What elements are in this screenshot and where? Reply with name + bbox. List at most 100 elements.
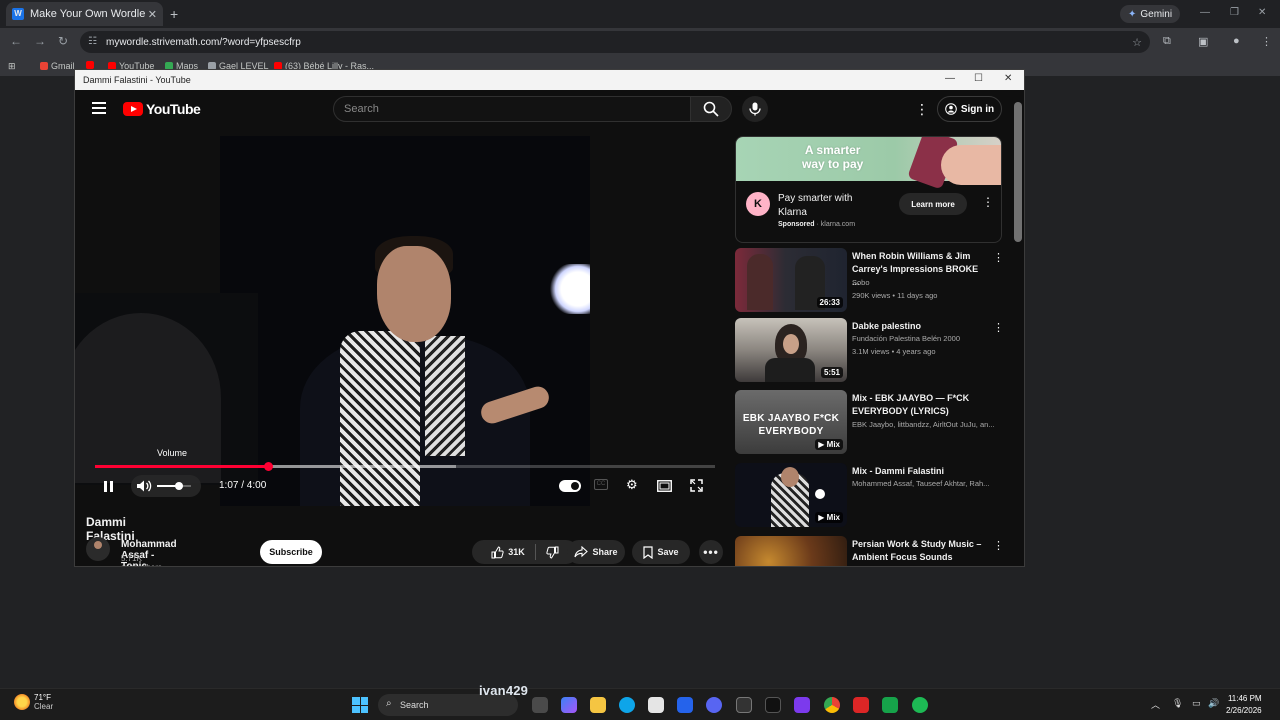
video-thumbnail[interactable]: 5:51 [735,318,847,382]
spotify-icon[interactable] [912,697,928,713]
browser-tab[interactable]: W Make Your Own Wordle ✕ [6,2,163,26]
subscribe-button[interactable]: Subscribe [260,540,322,564]
like-button[interactable]: 31K [491,545,525,559]
video-player[interactable]: Volume 1:07 / 4:00 CC ⚙ [75,136,735,506]
volume-knob[interactable] [175,482,184,490]
recommendation-kebab-icon[interactable]: ⋮ [993,539,1004,552]
volume-control[interactable] [131,475,201,497]
back-icon[interactable]: ← [10,34,22,48]
ad-title[interactable]: Pay smarter with Klarna [778,192,878,220]
tiktok-icon[interactable] [765,697,781,713]
gemini-button[interactable]: ✦ Gemini [1120,5,1181,23]
media-player-icon[interactable] [882,697,898,713]
ad-banner-image[interactable]: A smarter way to pay [736,137,1001,190]
ad-kebab-icon[interactable]: ⋮ [982,195,994,209]
task-view-icon[interactable] [532,697,548,713]
display-icon[interactable]: ▭ [1192,698,1201,709]
volume-slider[interactable] [157,482,191,490]
progress-bar[interactable] [95,462,715,471]
sponsored-ad-card[interactable]: A smarter way to pay K Pay smarter with … [735,136,1002,243]
profile-avatar[interactable]: ● [1233,35,1240,47]
recommendation-kebab-icon[interactable]: ⋮ [993,251,1004,264]
pause-icon[interactable] [101,479,115,493]
file-explorer-icon[interactable] [590,697,606,713]
extensions-icon[interactable]: ⧉ [1163,35,1171,48]
recommendation-item[interactable]: 26:33 When Robin Williams & Jim Carrey's… [735,248,1005,314]
autoplay-toggle[interactable] [559,480,581,492]
recommendation-item[interactable]: EBK JAAYBO F*CK EVERYBODY ▶ Mix Mix - EB… [735,390,1005,456]
settings-kebab-icon[interactable]: ⋮ [915,101,929,118]
voice-search-button[interactable] [742,96,768,122]
video-thumbnail[interactable]: EBK JAAYBO F*CK EVERYBODY ▶ Mix [735,390,847,454]
recommendation-channel[interactable]: Sobo [852,278,1004,287]
chrome-menu-icon[interactable]: ⋮ [1261,35,1272,48]
reload-icon[interactable]: ↻ [58,34,68,48]
minimize-icon[interactable]: — [1200,7,1210,18]
recommendation-item[interactable]: ▶ Mix Mix - Dammi Falastini Mohammed Ass… [735,463,1005,529]
bookmark-gmail[interactable]: Gmail [40,61,75,71]
recommendation-channel[interactable]: Mohammed Assaf, Tauseef Akhtar, Rah... [852,479,1004,488]
chrome-icon[interactable] [824,697,840,713]
recommendation-title[interactable]: Dabke palestino [852,320,982,333]
outlook-icon[interactable] [677,697,693,713]
start-button[interactable] [352,697,368,713]
site-info-icon[interactable]: ☷ [88,36,100,48]
more-actions-button[interactable]: ••• [699,540,723,564]
app-icon[interactable] [794,697,810,713]
adobe-icon[interactable] [853,697,869,713]
forward-icon[interactable]: → [34,34,46,48]
recommendation-title[interactable]: Mix - EBK JAAYBO — F*CK EVERYBODY (LYRIC… [852,392,982,418]
recommendation-title[interactable]: Persian Work & Study Music – Ambient Foc… [852,538,982,564]
clock-app-icon[interactable] [736,697,752,713]
store-icon[interactable] [648,697,664,713]
video-thumbnail[interactable]: ▶ Mix [735,463,847,527]
theater-mode-icon[interactable] [657,480,672,492]
close-tab-icon[interactable]: ✕ [148,8,157,21]
youtube-logo[interactable]: YouTube [123,101,201,117]
video-thumbnail[interactable]: 26:33 [735,248,847,312]
save-button[interactable]: Save [632,540,690,564]
share-button[interactable]: Share [567,540,625,564]
scrollbar-thumb[interactable] [1014,102,1022,242]
bookmark-star-icon[interactable]: ☆ [1132,36,1142,49]
video-thumbnail[interactable] [735,536,847,566]
side-panel-icon[interactable]: ▣ [1198,35,1208,48]
discord-icon[interactable] [706,697,722,713]
apps-grid-icon[interactable]: ⊞ [8,61,16,72]
recommendation-kebab-icon[interactable]: ⋮ [993,321,1004,334]
microphone-tray-icon[interactable]: 🎙 [1172,698,1183,709]
popup-maximize-icon[interactable]: ☐ [974,73,983,84]
copilot-icon[interactable] [561,697,577,713]
edge-icon[interactable] [619,697,635,713]
close-window-icon[interactable]: ✕ [1258,7,1266,18]
address-bar[interactable]: ☷ mywordle.strivemath.com/?word=yfpsescf… [80,31,1150,53]
popup-close-icon[interactable]: ✕ [1004,73,1012,84]
progress-scrubber[interactable] [263,462,273,471]
speaker-icon[interactable]: 🔊 [1208,698,1219,709]
subtitles-icon[interactable]: CC [594,479,608,490]
sign-in-button[interactable]: Sign in [937,96,1002,122]
volume-icon[interactable] [136,479,152,493]
recommendation-item[interactable]: 5:51 Dabke palestino Fundación Palestina… [735,318,1005,384]
show-hidden-icons[interactable]: ︿ [1151,698,1160,711]
search-button[interactable] [690,96,732,122]
video-frame[interactable] [220,136,590,506]
menu-icon[interactable] [92,102,106,117]
system-clock[interactable]: 11:46 PM 2/26/2026 [1226,693,1262,717]
recommendation-channel[interactable]: Fundación Palestina Belén 2000 [852,334,1004,343]
maximize-icon[interactable]: ❐ [1230,7,1239,18]
settings-gear-icon[interactable]: ⚙ [626,477,638,493]
bookmark-youtube-short[interactable] [86,61,94,69]
dislike-button[interactable] [546,546,559,559]
learn-more-button[interactable]: Learn more [899,193,967,215]
weather-widget[interactable]: 71°F Clear [14,693,53,711]
popup-minimize-icon[interactable]: — [945,73,955,84]
recommendation-title[interactable]: Mix - Dammi Falastini [852,465,982,478]
channel-avatar[interactable] [86,537,110,561]
new-tab-button[interactable]: + [170,6,178,22]
recommendation-channel[interactable]: EBK Jaaybo, littbandzz, AirltOut JuJu, a… [852,420,1004,429]
search-input[interactable]: Search [333,96,691,122]
gmail-icon [40,62,48,70]
recommendation-item[interactable]: Persian Work & Study Music – Ambient Foc… [735,536,1005,566]
fullscreen-icon[interactable] [690,479,703,492]
